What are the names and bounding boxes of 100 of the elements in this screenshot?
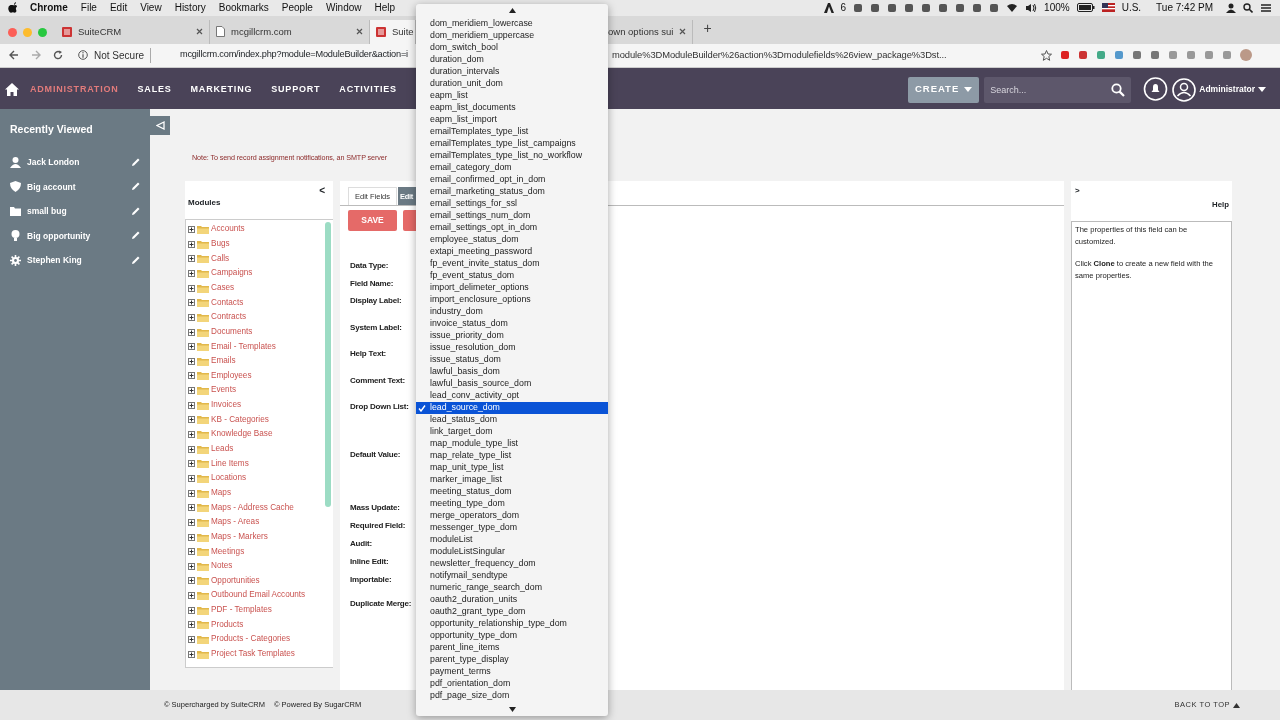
dropdown-option[interactable]: opportunity_relationship_type_dom <box>416 618 608 630</box>
dropdown-option[interactable]: eapm_list <box>416 90 608 102</box>
dropdown-option[interactable]: email_category_dom <box>416 162 608 174</box>
security-label[interactable]: Not Secure <box>94 47 152 63</box>
dropdown-option[interactable]: duration_unit_dom <box>416 78 608 90</box>
module-link[interactable]: Maps - Markers <box>211 530 268 544</box>
menu-item[interactable]: History <box>174 0 206 16</box>
dropdown-option[interactable]: industry_dom <box>416 306 608 318</box>
home-icon[interactable] <box>5 83 19 97</box>
module-link[interactable]: Locations <box>211 472 247 485</box>
module-link[interactable]: Opportunities <box>211 574 260 588</box>
expand-icon[interactable] <box>188 313 195 321</box>
expand-icon[interactable] <box>188 460 195 468</box>
dropdown-option[interactable]: fp_event_status_dom <box>416 270 608 282</box>
expand-icon[interactable] <box>188 606 195 614</box>
module-link[interactable]: Notes <box>211 560 233 573</box>
pencil-icon[interactable] <box>131 157 140 167</box>
expand-icon[interactable] <box>188 401 195 409</box>
dropdown-option[interactable]: lead_conv_activity_opt <box>416 390 608 402</box>
menu-item[interactable]: File <box>80 0 97 16</box>
module-link[interactable]: Bugs <box>211 238 230 251</box>
module-link[interactable]: Contacts <box>211 296 244 309</box>
dropdown-option[interactable]: merge_operators_dom <box>416 510 608 522</box>
pencil-icon[interactable] <box>131 255 140 265</box>
dropdown-option[interactable]: parent_type_display <box>416 654 608 666</box>
dropdown-option[interactable]: emailTemplates_type_list_no_workflow <box>416 150 608 162</box>
dropdown-option[interactable]: dom_meridiem_uppercase <box>416 30 608 42</box>
tray-icon[interactable] <box>887 2 898 13</box>
user-menu[interactable]: Administrator <box>1199 83 1266 96</box>
extension-icon[interactable] <box>1204 50 1214 61</box>
expand-icon[interactable] <box>188 562 195 570</box>
module-link[interactable]: Contracts <box>211 311 247 324</box>
menu-item[interactable]: Bookmarks <box>218 0 269 16</box>
module-link[interactable]: PDF - Templates <box>211 604 272 617</box>
module-link[interactable]: Meetings <box>211 545 245 558</box>
dropdown-option[interactable]: duration_dom <box>416 54 608 66</box>
dropdown-option[interactable]: moduleList <box>416 534 608 546</box>
dropdown-option[interactable]: emailTemplates_type_list <box>416 126 608 138</box>
module-link[interactable]: KB - Categories <box>211 413 269 427</box>
module-link[interactable]: Products <box>211 618 244 631</box>
volume-icon[interactable] <box>1025 2 1038 13</box>
dropdown-option[interactable]: oauth2_grant_type_dom <box>416 606 608 618</box>
app-menu[interactable]: Chrome <box>30 0 68 16</box>
dropdown-option[interactable]: fp_event_invite_status_dom <box>416 258 608 270</box>
star-icon[interactable] <box>1041 49 1052 61</box>
dropdown-option[interactable]: lead_status_dom <box>416 414 608 426</box>
extension-icon[interactable] <box>1150 50 1160 61</box>
tray-icon[interactable] <box>989 2 1000 13</box>
module-link[interactable]: Maps - Areas <box>211 516 260 529</box>
close-icon[interactable] <box>196 28 203 36</box>
expand-icon[interactable] <box>188 416 195 424</box>
nav-tab[interactable]: SUPPORT <box>271 82 321 97</box>
dropdown-option[interactable]: lawful_basis_source_dom <box>416 378 608 390</box>
expand-icon[interactable] <box>188 240 195 248</box>
menu-icon[interactable] <box>1260 2 1272 13</box>
menu-item[interactable]: View <box>140 0 162 16</box>
expand-icon[interactable] <box>188 592 195 600</box>
tray-icon[interactable] <box>938 2 949 13</box>
apple-icon[interactable] <box>8 2 17 14</box>
close-icon[interactable] <box>679 28 687 36</box>
collapse-toggle[interactable]: < <box>185 181 333 197</box>
expand-icon[interactable] <box>188 343 195 351</box>
pencil-icon[interactable] <box>131 231 140 241</box>
info-icon[interactable] <box>78 50 88 61</box>
dropdown-option[interactable]: map_relate_type_list <box>416 450 608 462</box>
dropdown-option[interactable]: oauth2_duration_units <box>416 594 608 606</box>
dropdown-option[interactable]: map_unit_type_list <box>416 462 608 474</box>
module-link[interactable]: Employees <box>211 369 252 383</box>
tray-icon[interactable] <box>870 2 881 13</box>
dropdown-option[interactable]: email_settings_num_dom <box>416 210 608 222</box>
module-link[interactable]: Project Task Templates <box>211 648 295 661</box>
dropdown-option[interactable]: invoice_status_dom <box>416 318 608 330</box>
module-link[interactable]: Emails <box>211 355 236 368</box>
tray-icon[interactable] <box>955 2 966 13</box>
expand-icon[interactable] <box>188 636 195 643</box>
bell-icon[interactable] <box>1143 77 1169 103</box>
module-link[interactable]: Knowledge Base <box>211 428 273 441</box>
dropdown-option[interactable]: newsletter_frequency_dom <box>416 558 608 570</box>
action-button[interactable] <box>403 210 416 232</box>
dropdown-option[interactable]: employee_status_dom <box>416 234 608 246</box>
expand-icon[interactable] <box>188 387 195 395</box>
expand-icon[interactable] <box>188 621 195 629</box>
dropdown-option[interactable]: dom_meridiem_lowercase <box>416 18 608 30</box>
module-link[interactable]: Invoices <box>211 399 242 412</box>
dropdown-option[interactable]: issue_resolution_dom <box>416 342 608 354</box>
extension-icon[interactable] <box>1078 50 1088 61</box>
flag-icon[interactable] <box>1101 3 1115 13</box>
module-link[interactable]: Line Items <box>211 457 249 470</box>
expand-icon[interactable] <box>188 372 195 380</box>
expand-icon[interactable] <box>188 226 195 234</box>
expand-icon[interactable] <box>188 328 195 336</box>
module-link[interactable]: Maps <box>211 486 232 500</box>
module-link[interactable]: Email - Templates <box>211 340 276 353</box>
dropdown-option[interactable]: notifymail_sendtype <box>416 570 608 582</box>
module-link[interactable]: Cases <box>211 282 235 295</box>
module-link[interactable]: Events <box>211 384 237 397</box>
menu-item[interactable]: Help <box>374 0 396 16</box>
dropdown-option[interactable]: map_module_type_list <box>416 438 608 450</box>
dropdown-option[interactable]: meeting_type_dom <box>416 498 608 510</box>
recent-item-link[interactable]: small bug <box>27 205 131 218</box>
